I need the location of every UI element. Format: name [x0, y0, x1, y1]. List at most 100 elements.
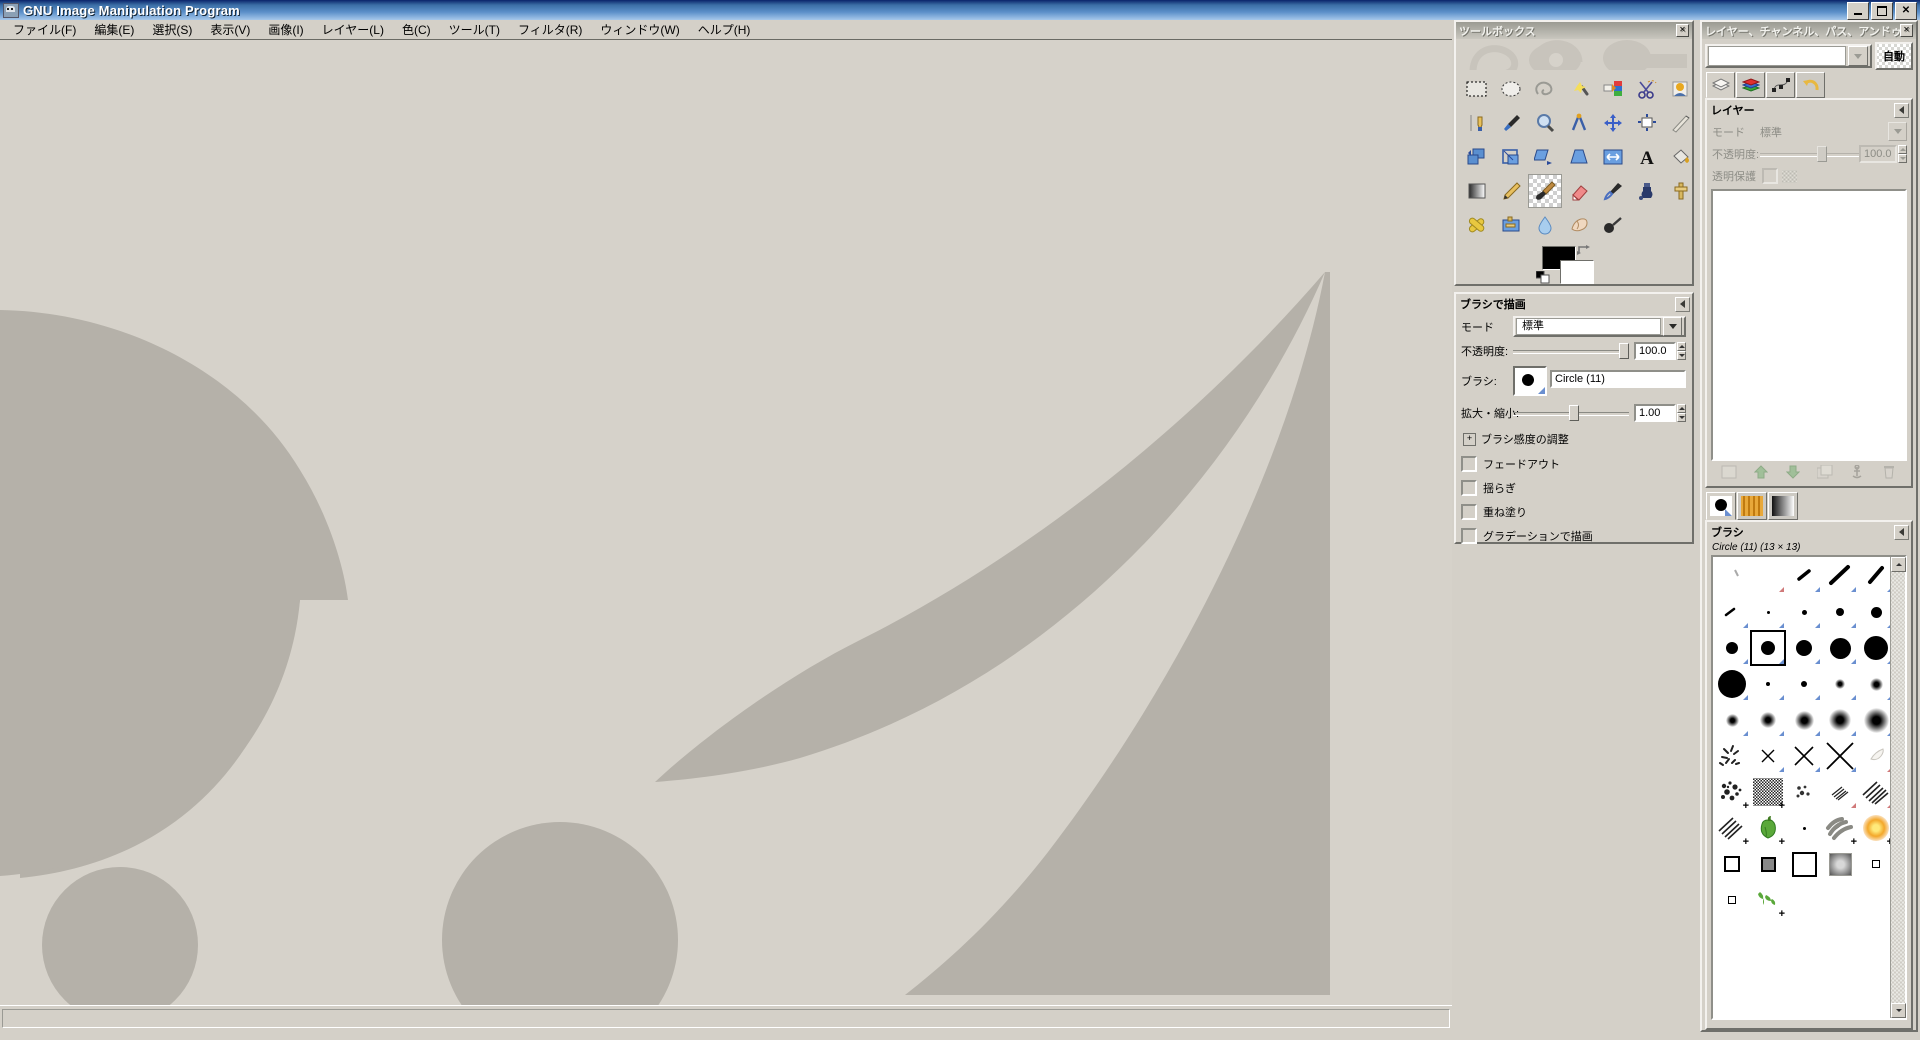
select-by-color-tool[interactable]: [1596, 72, 1630, 106]
brush-circle-03[interactable]: [1787, 595, 1821, 629]
brush-diagonal-4[interactable]: [1859, 559, 1893, 593]
incremental-checkbox-row[interactable]: 重ね塗り: [1456, 496, 1692, 520]
menu-view[interactable]: 表示(V): [201, 19, 259, 40]
brush-circle-05[interactable]: [1823, 595, 1857, 629]
layer-opacity-up-button[interactable]: [1898, 145, 1907, 154]
brush-square-01[interactable]: [1859, 847, 1893, 881]
toolbox-close-button[interactable]: ✕: [1676, 24, 1689, 37]
brush-cross-large[interactable]: [1823, 739, 1857, 773]
new-layer-button[interactable]: [1720, 464, 1738, 480]
auto-button[interactable]: 自動: [1875, 42, 1913, 70]
brush-pixel-dot[interactable]: [1787, 811, 1821, 845]
brush-hatch-coarse[interactable]: [1859, 775, 1893, 809]
move-tool[interactable]: [1596, 106, 1630, 140]
tab-undo-history[interactable]: [1796, 72, 1825, 98]
measure-tool[interactable]: [1562, 106, 1596, 140]
scale-tool[interactable]: [1494, 140, 1528, 174]
rect-select-tool[interactable]: [1460, 72, 1494, 106]
perspective-clone-tool[interactable]: [1494, 208, 1528, 242]
anchor-layer-button[interactable]: [1848, 464, 1866, 480]
swap-colors-icon[interactable]: [1577, 244, 1590, 256]
brush-list[interactable]: + + + + + +: [1711, 555, 1907, 1020]
bucket-fill-tool[interactable]: [1664, 140, 1698, 174]
brush-sensitivity-expander[interactable]: + ブラシ感度の調整: [1456, 422, 1692, 447]
brush-fuzzy-15[interactable]: [1823, 703, 1857, 737]
brush-thin-diagonal-1[interactable]: [1715, 559, 1749, 593]
opacity-down-button[interactable]: [1677, 351, 1686, 360]
mode-combobox[interactable]: 標準: [1513, 316, 1686, 337]
tab-paths[interactable]: [1766, 72, 1795, 98]
delete-layer-button[interactable]: [1880, 464, 1898, 480]
restore-button[interactable]: [1871, 2, 1893, 20]
eraser-tool[interactable]: [1562, 174, 1596, 208]
brush-square-11[interactable]: [1751, 847, 1785, 881]
tab-brushes[interactable]: [1706, 492, 1736, 520]
lock-alpha-row[interactable]: 透明保護: [1707, 163, 1911, 184]
rotate-tool[interactable]: [1460, 140, 1494, 174]
brush-circle-13[interactable]: [1787, 631, 1821, 665]
brush-splatter-1[interactable]: +: [1715, 775, 1749, 812]
layer-opacity-spinner[interactable]: 100.0: [1859, 145, 1907, 163]
pencil-tool[interactable]: [1494, 174, 1528, 208]
brush-circle-17[interactable]: [1859, 631, 1893, 665]
paintbrush-tool[interactable]: [1528, 174, 1562, 208]
brush-fuzzy-07[interactable]: [1859, 667, 1893, 701]
crop-tool[interactable]: [1664, 106, 1698, 140]
image-canvas[interactable]: [0, 40, 1452, 1006]
heal-tool[interactable]: [1460, 208, 1494, 242]
lock-alpha-checkbox[interactable]: [1762, 168, 1778, 184]
ellipse-select-tool[interactable]: [1494, 72, 1528, 106]
brush-blank-1[interactable]: [1751, 559, 1785, 593]
brush-vine[interactable]: +: [1751, 883, 1785, 920]
blend-tool[interactable]: [1460, 174, 1494, 208]
fade-out-checkbox-row[interactable]: フェードアウト: [1456, 447, 1692, 472]
scroll-down-button[interactable]: [1891, 1003, 1906, 1018]
brush-hatch-fine[interactable]: [1823, 775, 1857, 809]
brush-grid[interactable]: + + + + + +: [1713, 557, 1905, 1018]
brush-preview-button[interactable]: [1513, 366, 1547, 396]
layers-list[interactable]: [1711, 189, 1907, 461]
brush-circle-09[interactable]: [1715, 631, 1749, 665]
brush-circle-11[interactable]: [1751, 631, 1785, 665]
brush-circle-19[interactable]: [1715, 667, 1749, 701]
opacity-spinner[interactable]: 100.0: [1634, 342, 1686, 360]
lower-layer-button[interactable]: [1784, 464, 1802, 480]
menu-colors[interactable]: 色(C): [393, 19, 440, 40]
brush-small-stroke[interactable]: [1715, 595, 1749, 629]
brush-circle-01[interactable]: [1751, 595, 1785, 629]
gradient-checkbox-row[interactable]: グラデーションで描画: [1456, 520, 1692, 544]
scroll-up-button[interactable]: [1891, 557, 1906, 572]
brush-list-scrollbar[interactable]: [1890, 557, 1906, 1018]
brush-square-tiny[interactable]: [1715, 883, 1749, 917]
brushes-collapse-button[interactable]: [1894, 524, 1909, 540]
menu-help[interactable]: ヘルプ(H): [689, 19, 760, 40]
zoom-tool[interactable]: [1528, 106, 1562, 140]
free-select-tool[interactable]: [1528, 72, 1562, 106]
foreground-select-tool[interactable]: [1664, 72, 1698, 106]
brush-fuzzy-03[interactable]: [1787, 667, 1821, 701]
use-color-from-gradient-checkbox[interactable]: [1461, 528, 1477, 544]
clone-tool[interactable]: [1664, 174, 1698, 208]
menu-image[interactable]: 画像(I): [259, 19, 312, 40]
brush-cross-small[interactable]: [1751, 739, 1785, 773]
image-canvas-area[interactable]: [0, 39, 1452, 1006]
brush-fuzzy-11[interactable]: [1751, 703, 1785, 737]
fade-out-checkbox[interactable]: [1461, 456, 1477, 472]
blur-sharpen-tool[interactable]: [1528, 208, 1562, 242]
menu-filters[interactable]: フィルタ(R): [509, 19, 591, 40]
brush-square-fuzzy[interactable]: [1823, 847, 1857, 881]
opacity-up-button[interactable]: [1677, 342, 1686, 351]
close-button[interactable]: ✕: [1895, 2, 1917, 20]
layer-opacity-down-button[interactable]: [1898, 154, 1907, 163]
menu-tools[interactable]: ツール(T): [440, 19, 509, 40]
minimize-button[interactable]: [1847, 2, 1869, 20]
brush-fuzzy-17[interactable]: [1859, 703, 1893, 737]
layer-mode-chevron-down-icon[interactable]: [1888, 122, 1907, 141]
color-picker-tool[interactable]: [1494, 106, 1528, 140]
brush-cross-medium[interactable]: [1787, 739, 1821, 773]
ink-tool[interactable]: [1630, 174, 1664, 208]
brush-name-field[interactable]: Circle (11): [1550, 370, 1686, 388]
scale-slider[interactable]: [1513, 405, 1629, 421]
airbrush-tool[interactable]: [1596, 174, 1630, 208]
duplicate-layer-button[interactable]: [1816, 464, 1834, 480]
